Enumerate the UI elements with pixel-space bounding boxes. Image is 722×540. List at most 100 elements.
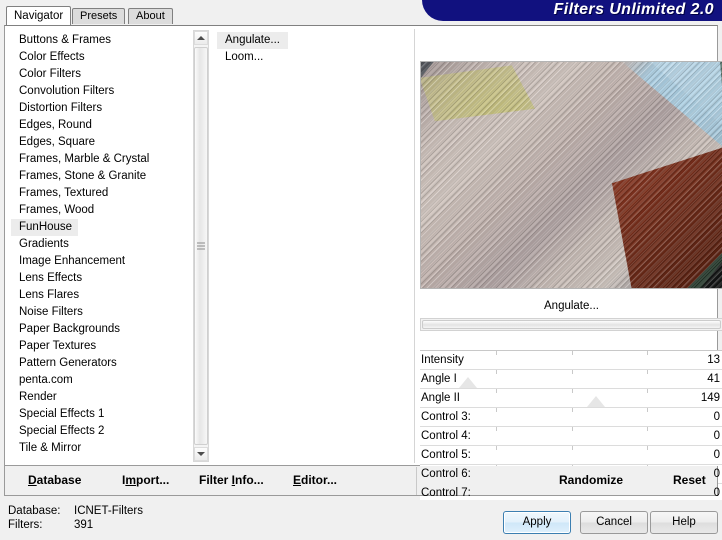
import-accel: m [125,473,137,487]
list-item[interactable]: Loom... [217,49,407,66]
parameter-value: 149 [700,392,720,404]
slider-tick [647,446,649,450]
list-item[interactable]: Color Effects [11,49,209,66]
category-row[interactable]: Tile & Mirror [11,440,209,457]
list-item[interactable]: FunHouse [11,219,79,236]
category-row[interactable]: Pattern Generators [11,355,209,372]
parameter-slider-row[interactable]: Control 5: 0 [420,445,722,464]
filter-info-button[interactable]: Filter Info... [199,473,264,487]
cancel-button[interactable]: Cancel [580,511,648,534]
category-row[interactable]: Frames, Marble & Crystal [11,151,209,168]
randomize-button[interactable]: Randomize [559,473,623,487]
category-row[interactable]: Convolution Filters [11,83,209,100]
category-row[interactable]: Gradients [11,236,209,253]
list-item[interactable]: Frames, Stone & Granite [11,168,209,185]
editor-button[interactable]: Editor... [293,473,337,487]
scroll-up-button[interactable] [194,31,208,45]
filter-row[interactable]: Loom... [217,49,407,66]
slider-tick [495,408,497,412]
preview-image[interactable] [420,61,722,289]
apply-button[interactable]: Apply [503,511,571,534]
parameter-label: Control 3: [421,411,471,423]
category-row[interactable]: Distortion Filters [11,100,209,117]
list-item[interactable]: Convolution Filters [11,83,209,100]
list-item[interactable]: Edges, Round [11,117,209,134]
tab-presets[interactable]: Presets [72,8,126,24]
filter-list[interactable]: Angulate... Loom... [217,32,407,460]
parameter-label: Angle I [421,373,457,385]
category-row[interactable]: Lens Flares [11,287,209,304]
slider-tick [571,446,573,450]
category-row[interactable]: Paper Textures [11,338,209,355]
list-item[interactable]: Tile & Mirror [11,440,209,457]
category-row[interactable]: FunHouse [11,219,209,236]
category-row[interactable]: Buttons & Frames [11,32,209,49]
slider-tick [571,351,573,355]
category-list[interactable]: Buttons & Frames Color Effects Color Filte… [11,32,209,460]
slider-marker[interactable] [586,396,605,407]
editor-label: ditor... [301,473,338,487]
help-button[interactable]: Help [650,511,718,534]
list-item[interactable]: Pattern Generators [11,355,209,372]
list-item[interactable]: Frames, Textured [11,185,209,202]
list-item[interactable]: Buttons & Frames [11,32,209,49]
category-row[interactable]: penta.com [11,372,209,389]
category-list-scrollbar[interactable] [193,30,209,462]
list-item[interactable]: Gradients [11,236,209,253]
category-row[interactable]: Noise Filters [11,304,209,321]
category-row[interactable]: Image Enhancement [11,253,209,270]
category-row[interactable]: Edges, Square [11,134,209,151]
tab-navigator[interactable]: Navigator [6,6,72,25]
list-item[interactable]: Image Enhancement [11,253,209,270]
scrollbar-thumb[interactable] [194,47,208,445]
parameter-slider-row[interactable]: Control 4: 0 [420,426,722,445]
parameter-value: 0 [713,411,720,423]
category-row[interactable]: Special Effects 2 [11,423,209,440]
import-label: port... [136,473,170,487]
category-row[interactable]: Render [11,389,209,406]
list-item[interactable]: Paper Backgrounds [11,321,209,338]
category-row[interactable]: Lens Effects [11,270,209,287]
parameter-slider-row[interactable]: Angle II 149 [420,388,722,407]
status-database-value: ICNET-Filters [74,505,143,517]
category-row[interactable]: Edges, Round [11,117,209,134]
parameter-value: 0 [713,468,720,480]
list-item[interactable]: Color Filters [11,66,209,83]
tab-strip: Navigator Presets About [0,6,722,25]
slider-marker[interactable] [459,377,478,388]
list-item[interactable]: Angulate... [217,32,288,49]
category-row[interactable]: Frames, Textured [11,185,209,202]
filter-row[interactable]: Angulate... [217,32,407,49]
parameter-slider-row[interactable]: Angle I 41 [420,369,722,388]
category-row[interactable]: Special Effects 1 [11,406,209,423]
list-item[interactable]: Edges, Square [11,134,209,151]
list-item[interactable]: Special Effects 1 [11,406,209,423]
slider-tick [571,408,573,412]
list-item[interactable]: Lens Effects [11,270,209,287]
status-filters-key: Filters: [8,519,43,531]
database-button[interactable]: Database [28,473,81,487]
list-item[interactable]: Lens Flares [11,287,209,304]
category-row[interactable]: Color Filters [11,66,209,83]
category-row[interactable]: Paper Backgrounds [11,321,209,338]
tab-about[interactable]: About [128,8,173,24]
slider-tick [495,446,497,450]
import-button[interactable]: Import... [122,473,169,487]
list-item[interactable]: Frames, Wood [11,202,209,219]
list-item[interactable]: Render [11,389,209,406]
parameter-slider-row[interactable]: Control 3: 0 [420,407,722,426]
preview-scrollbar-thumb[interactable] [422,320,721,329]
parameter-slider-row[interactable]: Intensity 13 [420,350,722,369]
list-item[interactable]: Paper Textures [11,338,209,355]
list-item[interactable]: Distortion Filters [11,100,209,117]
preview-scrollbar[interactable] [420,318,722,331]
list-item[interactable]: Special Effects 2 [11,423,209,440]
scroll-down-button[interactable] [194,447,208,461]
list-item[interactable]: Frames, Marble & Crystal [11,151,209,168]
reset-button[interactable]: Reset [673,473,706,487]
category-row[interactable]: Frames, Wood [11,202,209,219]
category-row[interactable]: Color Effects [11,49,209,66]
category-row[interactable]: Frames, Stone & Granite [11,168,209,185]
list-item[interactable]: Noise Filters [11,304,209,321]
list-item[interactable]: penta.com [11,372,209,389]
